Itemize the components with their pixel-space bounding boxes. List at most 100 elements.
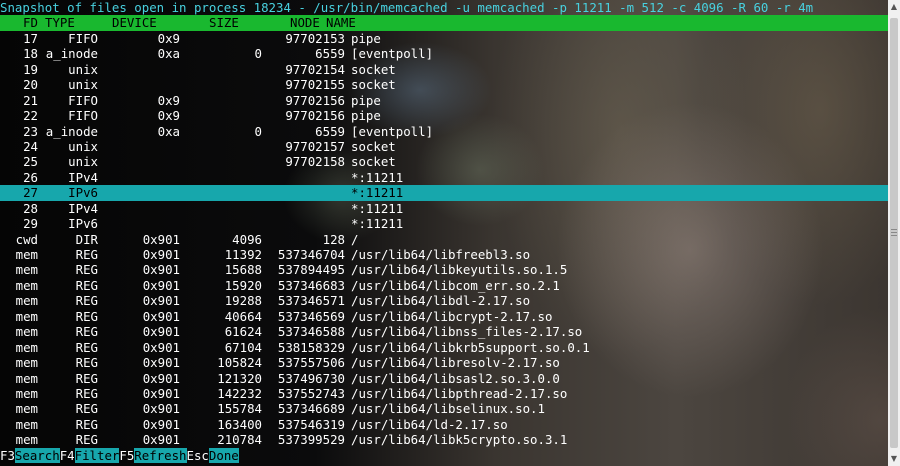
- table-row[interactable]: 21 FIFO 0x9 97702156 pipe: [0, 93, 888, 108]
- cell-name: /usr/lib64/libcom_err.so.2.1: [351, 277, 560, 293]
- column-header-node[interactable]: NODE: [290, 15, 320, 30]
- cell-node: 97702156: [285, 108, 345, 124]
- cell-device: 0x901: [142, 293, 180, 309]
- cell-node: 97702155: [285, 77, 345, 93]
- cell-name: [eventpoll]: [351, 46, 434, 62]
- cell-name: /usr/lib64/libkrb5support.so.0.1: [351, 339, 590, 355]
- table-row[interactable]: mem REG 0x901 15688 537894495/usr/lib64/libk…: [0, 262, 888, 277]
- table-row[interactable]: mem REG 0x901 142232 537552743/usr/lib64/lib…: [0, 386, 888, 401]
- cell-size: 15688: [224, 262, 262, 278]
- column-header-type[interactable]: TYPE: [45, 15, 75, 30]
- table-row[interactable]: 26 IPv4 *:11211: [0, 170, 888, 185]
- table-row[interactable]: 24 unix 97702157 socket: [0, 139, 888, 154]
- cell-type: REG: [75, 401, 98, 417]
- table-row[interactable]: mem REG 0x901 11392 537346704/usr/lib64/libf…: [0, 247, 888, 262]
- table-row[interactable]: mem REG 0x901 105824 537557506/usr/lib64/lib…: [0, 355, 888, 370]
- scroll-up-arrow-icon[interactable]: ▲: [888, 0, 900, 14]
- scroll-down-arrow-icon[interactable]: ▼: [888, 452, 900, 466]
- cell-name: socket: [351, 138, 396, 154]
- function-key-label-3[interactable]: Done: [208, 448, 239, 463]
- cell-size: 19288: [224, 293, 262, 309]
- cell-name: /usr/lib64/ld-2.17.so: [351, 416, 508, 432]
- table-row[interactable]: 29 IPv6 *:11211: [0, 216, 888, 231]
- cell-size: 0: [254, 46, 262, 62]
- cell-name: /usr/lib64/libkeyutils.so.1.5: [351, 262, 568, 278]
- table-row[interactable]: mem REG 0x901 67104 538158329/usr/lib64/libk…: [0, 340, 888, 355]
- terminal-window[interactable]: Snapshot of files open in process 18234 …: [0, 0, 888, 466]
- cell-name: pipe: [351, 108, 381, 124]
- cell-name: pipe: [351, 92, 381, 108]
- function-key-bar: F3SearchF4FilterF5RefreshEscDone: [0, 448, 888, 464]
- cell-node: 97702157: [285, 138, 345, 154]
- cell-node: 97702158: [285, 154, 345, 170]
- cell-type: REG: [75, 432, 98, 448]
- cell-device: 0x901: [142, 432, 180, 448]
- table-row[interactable]: 23 a_inode 0xa 0 6559 [eventpoll]: [0, 124, 888, 139]
- table-row[interactable]: 25 unix 97702158 socket: [0, 154, 888, 169]
- function-key-3[interactable]: Esc: [187, 448, 209, 463]
- cell-fd: 24: [23, 138, 38, 154]
- cell-size: 142232: [217, 385, 262, 401]
- cell-name: /usr/lib64/libk5crypto.so.3.1: [351, 432, 568, 448]
- function-key-label-0[interactable]: Search: [14, 448, 60, 463]
- cell-type: a_inode: [45, 46, 98, 62]
- table-row[interactable]: 19 unix 97702154 socket: [0, 62, 888, 77]
- table-row[interactable]: mem REG 0x901 210784 537399529/usr/lib64/lib…: [0, 432, 888, 447]
- column-header-fd[interactable]: FD: [23, 15, 38, 30]
- table-row[interactable]: 17 FIFO 0x9 97702153 pipe: [0, 31, 888, 46]
- table-row[interactable]: mem REG 0x901 121320 537496730/usr/lib64/lib…: [0, 371, 888, 386]
- cell-fd: 22: [23, 108, 38, 124]
- table-row[interactable]: mem REG 0x901 155784 537346689/usr/lib64/lib…: [0, 401, 888, 416]
- cell-node: 537496730: [277, 370, 345, 386]
- cell-size: 121320: [217, 370, 262, 386]
- cell-fd: mem: [15, 355, 38, 371]
- column-header-size[interactable]: SIZE: [209, 15, 239, 30]
- table-row[interactable]: mem REG 0x901 15920 537346683/usr/lib64/libc…: [0, 278, 888, 293]
- cell-size: 0: [254, 123, 262, 139]
- cell-fd: 28: [23, 200, 38, 216]
- table-row[interactable]: 20 unix 97702155 socket: [0, 77, 888, 92]
- cell-name: socket: [351, 77, 396, 93]
- cell-name: /usr/lib64/libpthread-2.17.so: [351, 385, 568, 401]
- table-row[interactable]: 22 FIFO 0x9 97702156 pipe: [0, 108, 888, 123]
- table-row[interactable]: mem REG 0x901 163400 537546319/usr/lib64/ld-…: [0, 417, 888, 432]
- open-files-list[interactable]: 17 FIFO 0x9 97702153 pipe 18 a_inode 0xa 0 6559 [e…: [0, 31, 888, 448]
- table-row[interactable]: 28 IPv4 *:11211: [0, 201, 888, 216]
- cell-name: /usr/lib64/libnss_files-2.17.so: [351, 324, 583, 340]
- cell-device: 0x901: [142, 370, 180, 386]
- cell-node: 538158329: [277, 339, 345, 355]
- cell-node: 537346588: [277, 324, 345, 340]
- cell-fd: 19: [23, 61, 38, 77]
- cell-name: socket: [351, 154, 396, 170]
- function-key-label-1[interactable]: Filter: [74, 448, 120, 463]
- cell-type: IPv4: [68, 169, 98, 185]
- column-header-row: FD TYPE DEVICE SIZE NODE NAME: [0, 15, 888, 31]
- cell-device: 0xa: [157, 46, 180, 62]
- table-row[interactable]: mem REG 0x901 19288 537346571/usr/lib64/libd…: [0, 293, 888, 308]
- table-row[interactable]: mem REG 0x901 61624 537346588/usr/lib64/libn…: [0, 324, 888, 339]
- cell-type: unix: [68, 138, 98, 154]
- column-header-device[interactable]: DEVICE: [112, 15, 157, 30]
- cell-fd: 27: [23, 185, 38, 201]
- table-row[interactable]: cwd DIR 0x901 4096 128 /: [0, 232, 888, 247]
- cell-type: IPv6: [68, 185, 98, 201]
- table-row-selected[interactable]: 27 IPv6 *:11211: [0, 185, 888, 201]
- function-key-label-2[interactable]: Refresh: [134, 448, 187, 463]
- table-row[interactable]: mem REG 0x901 40664 537346569/usr/lib64/libc…: [0, 309, 888, 324]
- cell-node: 537546319: [277, 416, 345, 432]
- cell-node: 537557506: [277, 355, 345, 371]
- function-key-2[interactable]: F5: [119, 448, 134, 463]
- cell-node: 6559: [315, 46, 345, 62]
- column-header-name[interactable]: NAME: [326, 15, 356, 30]
- cell-name: /usr/lib64/libcrypt-2.17.so: [351, 308, 553, 324]
- cell-name: *:11211: [351, 169, 404, 185]
- function-key-0[interactable]: F3: [0, 448, 15, 463]
- table-row[interactable]: 18 a_inode 0xa 0 6559 [eventpoll]: [0, 46, 888, 61]
- function-key-1[interactable]: F4: [60, 448, 75, 463]
- cell-device: 0x901: [142, 416, 180, 432]
- cell-fd: cwd: [15, 231, 38, 247]
- cell-node: 97702154: [285, 61, 345, 77]
- cell-fd: mem: [15, 385, 38, 401]
- cell-fd: mem: [15, 324, 38, 340]
- cell-name: *:11211: [351, 200, 404, 216]
